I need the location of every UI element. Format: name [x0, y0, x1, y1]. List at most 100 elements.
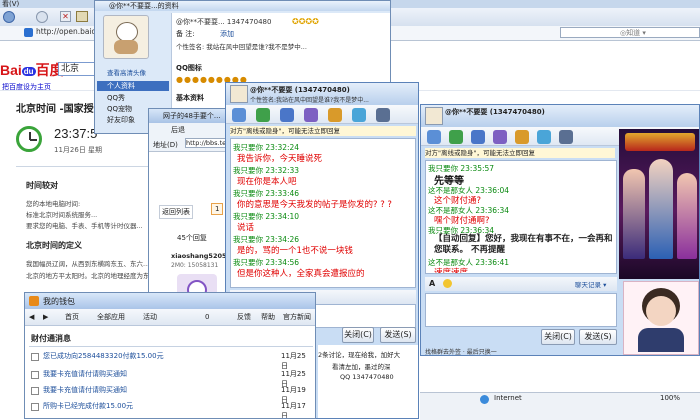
forum-back-list[interactable]: 返回列表	[159, 205, 193, 219]
row-checkbox[interactable]	[31, 387, 39, 395]
sidebar-item-qqshow[interactable]: QQ秀	[97, 93, 125, 103]
clock-icon	[16, 126, 42, 152]
chat-history-button[interactable]: 聊天记录 ▾	[575, 279, 606, 289]
message-text: 你的意思是今天我发的帖子是你发的? ? ?	[237, 200, 392, 210]
chat1-header: @你**不要耍 (1347470480) 个性签名:我站在风中回望是谁?我不是梦…	[226, 83, 418, 105]
forum-user[interactable]: xiaoshang520521	[171, 252, 231, 260]
row-text[interactable]: 您已成功向2584483320付款15.00元	[43, 351, 164, 361]
show-banner	[625, 133, 695, 151]
video-icon[interactable]	[427, 130, 441, 144]
forum-user-meta: 2M0: 15058131	[171, 262, 219, 269]
row-text[interactable]: 我要卡充值请付请购买通知	[43, 385, 127, 395]
zoom-level[interactable]: 100%	[660, 394, 680, 402]
nav-back-icon[interactable]: ◀	[29, 309, 34, 325]
group-icon[interactable]	[328, 108, 342, 122]
current-time: 23:37:5	[54, 126, 98, 141]
remark-label: 备 注:	[176, 30, 195, 38]
back-icon[interactable]	[3, 11, 15, 23]
chat2-avatar[interactable]	[425, 107, 443, 125]
chat2-footer: 找格群去外签 · 最后只换一	[425, 349, 497, 356]
profile-titlebar: @你**不要耍...的资料	[95, 1, 390, 11]
more-icon[interactable]	[559, 130, 573, 144]
forum-address-label: 地址(D)	[153, 141, 178, 149]
list-item[interactable]: 我要卡充值请付请购买通知 11月19日	[31, 385, 311, 404]
wallet-window: 我的钱包 ◀ ▶ 首页 全部应用 活动 0 反馈 帮助 官方新闻 财付通消息 您…	[24, 292, 316, 419]
chat1-avatar[interactable]	[230, 85, 248, 103]
list-item[interactable]: 您已成功向2584483320付款15.00元 11月25日	[31, 351, 311, 370]
toolbar-feedback[interactable]: 反馈	[237, 309, 251, 325]
chat1-close-button[interactable]: 关闭(C)	[342, 327, 374, 343]
chat1-notice: 对方"离线或隐身"，可能无法立即回复	[230, 126, 416, 136]
forum-titlebar: 网子的48手要个...	[149, 109, 231, 123]
view-hd-avatar-link[interactable]: 查看高清头像	[107, 67, 146, 77]
chat2-input[interactable]	[425, 293, 617, 327]
sidebar-item-profile[interactable]: 个人资料	[97, 81, 169, 91]
sidebar-item-pet[interactable]: QQ宠物	[97, 104, 132, 114]
message-text: 速度速度	[434, 268, 469, 274]
forward-icon[interactable]	[36, 11, 48, 23]
section2-line: 北京的地方平太阳时。北京的地理经度为东经...	[26, 272, 163, 280]
toolbar-home[interactable]: 首页	[65, 309, 79, 325]
qq-show-panel	[619, 129, 699, 279]
chat2-header: @你**不要耍 (1347470480)	[421, 105, 699, 127]
emoji-icon[interactable]	[443, 279, 452, 288]
group-icon[interactable]	[515, 130, 529, 144]
voice-icon[interactable]	[256, 108, 270, 122]
chat2-close-button[interactable]: 关闭(C)	[541, 329, 575, 345]
app-icon[interactable]	[304, 108, 318, 122]
chat1-toolbar	[226, 105, 418, 124]
chat2-notice: 对方"离线或隐身"，可能无法立即回复	[425, 148, 615, 158]
forum-toolbar: 后退 地址(D) http://bbs.tenpay.	[149, 123, 231, 152]
toolbar-all-apps[interactable]: 全部应用	[97, 309, 125, 325]
list-item[interactable]: 所购卡已经完成付款15.00元 11月17日	[31, 401, 311, 418]
row-checkbox[interactable]	[31, 371, 39, 379]
sidebar-item-impression[interactable]: 好友印象	[97, 115, 135, 125]
screen-icon[interactable]	[352, 108, 366, 122]
file-icon[interactable]	[280, 108, 294, 122]
app-icon[interactable]	[493, 130, 507, 144]
chat-window-2: @你**不要耍 (1347470480) 对方"离线或隐身"，可能无法立即回复 …	[420, 104, 700, 356]
row-text[interactable]: 所购卡已经完成付款15.00元	[43, 401, 133, 411]
video-icon[interactable]	[232, 108, 246, 122]
voice-icon[interactable]	[449, 130, 463, 144]
message-text: 但是你这种人，全家真会遭报应的	[237, 269, 365, 279]
wallet-titlebar: 我的钱包	[25, 293, 315, 309]
footer-line: 2条讨论，现在给我，加好大	[318, 351, 401, 359]
search-value: 北京	[61, 64, 80, 74]
search-right-label[interactable]: ◎知道 ▾	[620, 28, 646, 38]
avatar[interactable]	[103, 15, 149, 59]
wallet-section-line	[29, 346, 313, 347]
font-icon[interactable]: A	[429, 279, 435, 288]
card-divider	[16, 166, 151, 167]
toolbar-news[interactable]: 官方新闻	[283, 309, 311, 325]
baidu-logo[interactable]: Bai du 百度	[0, 60, 64, 80]
forum-page-1[interactable]: 1	[211, 203, 224, 215]
stop-icon[interactable]: ✕	[60, 11, 71, 22]
list-item[interactable]: 我要卡充值请付请购买通知 11月25日	[31, 369, 311, 388]
time-card-title[interactable]: 北京时间 -国家授时	[16, 100, 104, 115]
chat2-input-toolbar: A 聊天记录 ▾	[425, 277, 617, 291]
remark-add-link[interactable]: 添加	[220, 29, 234, 39]
row-checkbox[interactable]	[31, 403, 39, 411]
toolbar-help[interactable]: 帮助	[261, 309, 275, 325]
forum-back-button[interactable]: 后退	[171, 125, 185, 135]
current-date: 11月26日 星期	[54, 146, 103, 154]
nav-forward-icon[interactable]: ▶	[43, 309, 48, 325]
file-icon[interactable]	[471, 130, 485, 144]
chat2-message-area: 我只要你 23:35:57 先等等 这不是那女人 23:36:04 这个财付通?…	[425, 160, 617, 274]
more-icon[interactable]	[376, 108, 390, 122]
menu-view[interactable]: 看(V)	[2, 0, 19, 8]
row-text[interactable]: 我要卡充值请付请购买通知	[43, 369, 127, 379]
toolbar-activity[interactable]: 活动	[143, 309, 157, 325]
home-icon[interactable]	[76, 11, 88, 22]
chat1-send-button[interactable]: 发送(S)	[380, 327, 416, 343]
wallet-icon	[29, 296, 39, 306]
chat2-send-button[interactable]: 发送(S)	[579, 329, 617, 345]
screen-icon[interactable]	[537, 130, 551, 144]
wallet-title: 我的钱包	[43, 297, 75, 306]
message-count[interactable]: 0	[205, 309, 209, 325]
message-text: 说话	[237, 223, 255, 233]
row-date: 11月17日	[281, 402, 306, 419]
row-checkbox[interactable]	[31, 353, 39, 361]
chat1-subtitle: 个性签名:我站在风中回望是谁?我不是梦中...	[250, 97, 369, 104]
